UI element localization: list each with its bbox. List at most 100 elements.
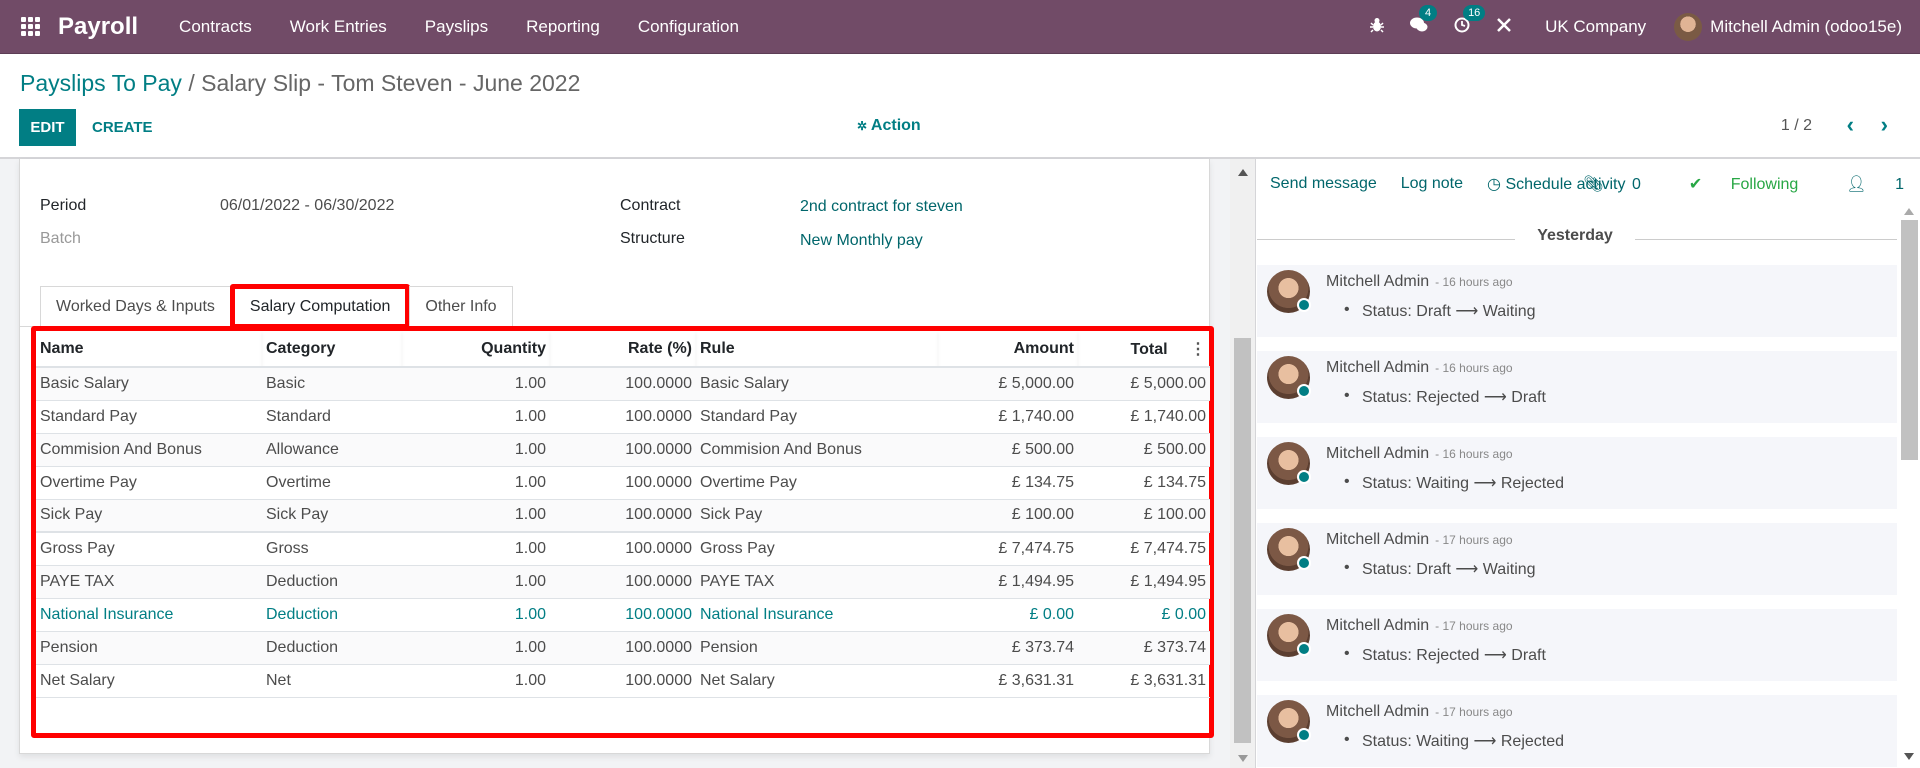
table-row[interactable]: PAYE TAX Deduction 1.00 100.0000 PAYE TAX £ 1… <box>36 565 1210 599</box>
attachments-button[interactable]: 📎︎ 0 <box>1559 174 1641 194</box>
old-value: Draft <box>1416 561 1451 578</box>
author-name: Mitchell Admin <box>1326 445 1430 462</box>
col-rule[interactable]: Rule <box>696 331 938 368</box>
company-switcher[interactable]: UK Company <box>1545 17 1646 37</box>
chatter-scroll-thumb[interactable] <box>1901 220 1918 460</box>
table-row[interactable]: Net Salary Net 1.00 100.0000 Net Salary £ 3,6… <box>36 664 1210 698</box>
tab-salary-computation[interactable]: Salary Computation <box>229 284 411 329</box>
form-scrollbar[interactable] <box>1230 159 1255 768</box>
table-row[interactable]: Basic Salary Basic 1.00 100.0000 Basic Salar… <box>36 367 1210 401</box>
chatter-scrollbar[interactable] <box>1898 200 1920 768</box>
following-button[interactable]: ✔ Following <box>1665 174 1798 194</box>
user-icon: 👤︎ <box>1846 176 1867 193</box>
send-message-button[interactable]: Send message <box>1270 175 1377 193</box>
cell-rule: Sick Pay <box>696 499 938 533</box>
online-status-icon <box>1297 470 1311 484</box>
tab-other-info[interactable]: Other Info <box>409 286 513 327</box>
message-time: - 16 hours ago <box>1435 275 1513 289</box>
cell-category: Gross <box>262 531 402 566</box>
cell-rule: National Insurance <box>696 598 938 632</box>
online-status-icon <box>1297 642 1311 656</box>
cell-rule: Basic Salary <box>696 367 938 401</box>
message-author[interactable]: Mitchell Admin - 17 hours ago <box>1326 703 1513 721</box>
log-note-button[interactable]: Log note <box>1401 175 1463 193</box>
app-brand[interactable]: Payroll <box>58 13 138 41</box>
cell-rule: Pension <box>696 631 938 665</box>
pager-value[interactable]: 1 / 2 <box>1781 117 1812 135</box>
col-name[interactable]: Name <box>36 331 262 368</box>
table-row[interactable]: Sick Pay Sick Pay 1.00 100.0000 Sick Pay £ 10… <box>36 499 1210 533</box>
breadcrumb-parent[interactable]: Payslips To Pay <box>20 70 182 96</box>
chevron-left-icon[interactable]: ‹ <box>1847 112 1854 138</box>
new-value: Waiting <box>1482 561 1536 578</box>
clock-icon[interactable]: 16 <box>1454 4 1486 38</box>
menu-contracts[interactable]: Contracts <box>179 17 252 37</box>
optional-columns-icon[interactable]: ⋮ <box>1190 341 1206 358</box>
message-author[interactable]: Mitchell Admin - 16 hours ago <box>1326 445 1513 463</box>
create-button[interactable]: CREATE <box>92 109 153 146</box>
table-row[interactable]: Overtime Pay Overtime 1.00 100.0000 Overtime… <box>36 466 1210 500</box>
col-quantity[interactable]: Quantity <box>402 331 550 368</box>
new-value: Waiting <box>1482 303 1536 320</box>
col-amount[interactable]: Amount <box>938 331 1078 368</box>
message-author[interactable]: Mitchell Admin - 17 hours ago <box>1326 617 1513 635</box>
status-prefix: Status: <box>1362 733 1412 750</box>
cell-name: Gross Pay <box>36 531 262 566</box>
message-author[interactable]: Mitchell Admin - 16 hours ago <box>1326 273 1513 291</box>
structure-link[interactable]: New Monthly pay <box>800 232 923 250</box>
user-menu[interactable]: Mitchell Admin (odoo15e) <box>1674 13 1902 41</box>
form-scroll-thumb[interactable] <box>1234 338 1251 743</box>
table-row[interactable]: Standard Pay Standard 1.00 100.0000 Standard… <box>36 400 1210 434</box>
tab-worked-days-inputs[interactable]: Worked Days & Inputs <box>40 286 231 327</box>
menu-work-entries[interactable]: Work Entries <box>290 17 387 37</box>
scroll-down-arrow-icon[interactable] <box>1904 753 1914 760</box>
messages-count-badge: 4 <box>1419 4 1438 21</box>
gear-icon: ✲ <box>857 119 868 133</box>
table-row[interactable]: Commision And Bonus Allowance 1.00 100.0000… <box>36 433 1210 467</box>
action-dropdown[interactable]: ✲ Action <box>857 117 921 135</box>
message-author[interactable]: Mitchell Admin - 16 hours ago <box>1326 359 1513 377</box>
table-row[interactable]: Gross Pay Gross 1.00 100.0000 Gross Pay £ 7,4… <box>36 531 1210 566</box>
col-total[interactable]: Total ⋮ <box>1078 331 1210 368</box>
menu-payslips[interactable]: Payslips <box>425 17 488 37</box>
breadcrumb: Payslips To Pay / Salary Slip - Tom Stev… <box>20 70 580 97</box>
menu-reporting[interactable]: Reporting <box>526 17 600 37</box>
bug-icon[interactable] <box>1370 17 1385 38</box>
chatter-message: Mitchell Admin - 16 hours ago Status: Wait… <box>1257 437 1897 509</box>
cell-name: PAYE TAX <box>36 565 262 599</box>
period-label: Period <box>40 197 87 214</box>
author-name: Mitchell Admin <box>1326 531 1430 548</box>
table-row[interactable]: National Insurance Deduction 1.00 100.0000 N… <box>36 598 1210 632</box>
old-value: Rejected <box>1416 389 1480 406</box>
following-label: Following <box>1730 176 1799 193</box>
cell-category: Deduction <box>262 598 402 632</box>
chevron-right-icon[interactable]: › <box>1881 112 1888 138</box>
cell-name: Overtime Pay <box>36 466 262 500</box>
scroll-down-arrow-icon[interactable] <box>1238 755 1248 762</box>
tools-icon[interactable] <box>1496 17 1512 38</box>
followers-button[interactable]: 👤︎ 1 <box>1822 174 1904 194</box>
app-menu-grid-icon[interactable] <box>20 17 40 37</box>
contract-link[interactable]: 2nd contract for steven <box>800 198 963 216</box>
scroll-up-arrow-icon[interactable] <box>1238 169 1248 176</box>
message-time: - 16 hours ago <box>1435 361 1513 375</box>
table-row[interactable]: Pension Deduction 1.00 100.0000 Pension £ 373… <box>36 631 1210 665</box>
chat-icon[interactable]: 4 <box>1410 4 1438 38</box>
tracking-value: Status: Draft ⟶ Waiting <box>1344 301 1536 321</box>
new-value: Rejected <box>1500 733 1565 750</box>
scroll-up-arrow-icon[interactable] <box>1904 208 1914 215</box>
cell-name: Net Salary <box>36 664 262 698</box>
menu-configuration[interactable]: Configuration <box>638 17 739 37</box>
message-author[interactable]: Mitchell Admin - 17 hours ago <box>1326 531 1513 549</box>
cell-total: £ 5,000.00 <box>1078 367 1210 401</box>
cell-quantity: 1.00 <box>402 565 550 599</box>
col-rate[interactable]: Rate (%) <box>550 331 696 368</box>
edit-button[interactable]: EDIT <box>19 109 76 146</box>
cell-category: Basic <box>262 367 402 401</box>
new-value: Rejected <box>1500 475 1565 492</box>
message-time: - 17 hours ago <box>1435 619 1513 633</box>
paperclip-icon: 📎︎ <box>1583 176 1604 193</box>
col-category[interactable]: Category <box>262 331 402 368</box>
tracking-value: Status: Waiting ⟶ Rejected <box>1344 473 1565 493</box>
cell-name: Sick Pay <box>36 499 262 533</box>
